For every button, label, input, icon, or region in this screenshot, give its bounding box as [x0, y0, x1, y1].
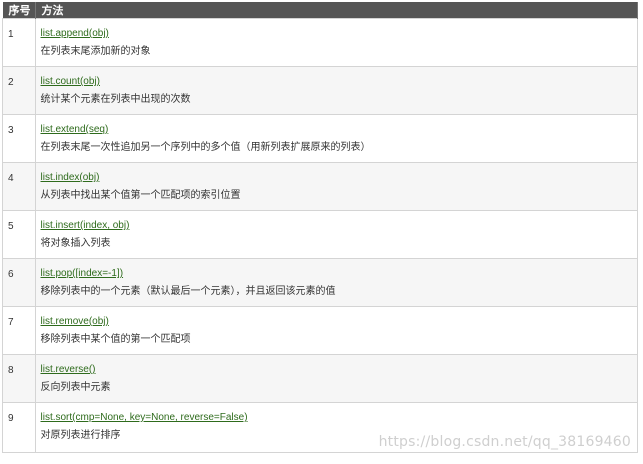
method-cell: list.insert(index, obj) 将对象插入列表: [34, 210, 638, 259]
row-number: 5: [2, 210, 36, 259]
method-link[interactable]: list.extend(seq): [41, 124, 109, 136]
method-link[interactable]: list.index(obj): [41, 172, 100, 184]
methods-table-container: 序号 方法 1 list.append(obj) 在列表末尾添加新的对象 2 l…: [2, 2, 638, 453]
table-row: 1 list.append(obj) 在列表末尾添加新的对象: [2, 18, 638, 67]
method-description: 在列表末尾一次性追加另一个序列中的多个值（用新列表扩展原来的列表）: [40, 142, 371, 153]
method-cell: list.append(obj) 在列表末尾添加新的对象: [34, 18, 638, 67]
method-description: 反向列表中元素: [40, 382, 111, 393]
method-link[interactable]: list.count(obj): [41, 76, 100, 88]
method-cell: list.pop([index=-1]) 移除列表中的一个元素（默认最后一个元素…: [34, 258, 638, 307]
row-number: 8: [2, 354, 36, 403]
row-number: 7: [2, 306, 36, 355]
method-description: 在列表末尾添加新的对象: [40, 46, 151, 57]
list-methods-table: 序号 方法 1 list.append(obj) 在列表末尾添加新的对象 2 l…: [2, 2, 638, 453]
table-row: 4 list.index(obj) 从列表中找出某个值第一个匹配项的索引位置: [2, 162, 638, 211]
method-link[interactable]: list.append(obj): [41, 28, 109, 40]
method-link[interactable]: list.reverse(): [41, 364, 96, 376]
table-row: 3 list.extend(seq) 在列表末尾一次性追加另一个序列中的多个值（…: [2, 114, 638, 163]
method-cell: list.count(obj) 统计某个元素在列表中出现的次数: [34, 66, 638, 115]
method-cell: list.remove(obj) 移除列表中某个值的第一个匹配项: [34, 306, 638, 355]
table-header-row: 序号 方法: [2, 2, 638, 19]
row-number: 4: [2, 162, 36, 211]
watermark: https://blog.csdn.net/qq_38169460: [378, 434, 631, 450]
table-row: 8 list.reverse() 反向列表中元素: [2, 354, 638, 403]
table-row: 7 list.remove(obj) 移除列表中某个值的第一个匹配项: [2, 306, 638, 355]
row-number: 6: [2, 258, 36, 307]
row-number: 9: [2, 402, 36, 453]
row-number: 2: [2, 66, 36, 115]
method-cell: list.index(obj) 从列表中找出某个值第一个匹配项的索引位置: [34, 162, 638, 211]
method-description: 从列表中找出某个值第一个匹配项的索引位置: [40, 190, 241, 201]
header-method: 方法: [35, 2, 638, 19]
method-description: 移除列表中的一个元素（默认最后一个元素），并且返回该元素的值: [40, 286, 336, 297]
method-link[interactable]: list.pop([index=-1]): [41, 268, 124, 280]
method-link[interactable]: list.sort(cmp=None, key=None, reverse=Fa…: [41, 412, 248, 424]
table-row: 6 list.pop([index=-1]) 移除列表中的一个元素（默认最后一个…: [2, 258, 638, 307]
method-link[interactable]: list.remove(obj): [41, 316, 109, 328]
method-cell: list.extend(seq) 在列表末尾一次性追加另一个序列中的多个值（用新…: [34, 114, 638, 163]
row-number: 1: [2, 18, 36, 67]
method-cell: list.reverse() 反向列表中元素: [34, 354, 638, 403]
method-description: 移除列表中某个值的第一个匹配项: [40, 334, 191, 345]
table-row: 5 list.insert(index, obj) 将对象插入列表: [2, 210, 638, 259]
header-num: 序号: [2, 2, 36, 19]
table-row: 2 list.count(obj) 统计某个元素在列表中出现的次数: [2, 66, 638, 115]
method-description: 统计某个元素在列表中出现的次数: [40, 94, 191, 105]
method-link[interactable]: list.insert(index, obj): [41, 220, 130, 232]
row-number: 3: [2, 114, 36, 163]
method-description: 将对象插入列表: [40, 238, 111, 249]
